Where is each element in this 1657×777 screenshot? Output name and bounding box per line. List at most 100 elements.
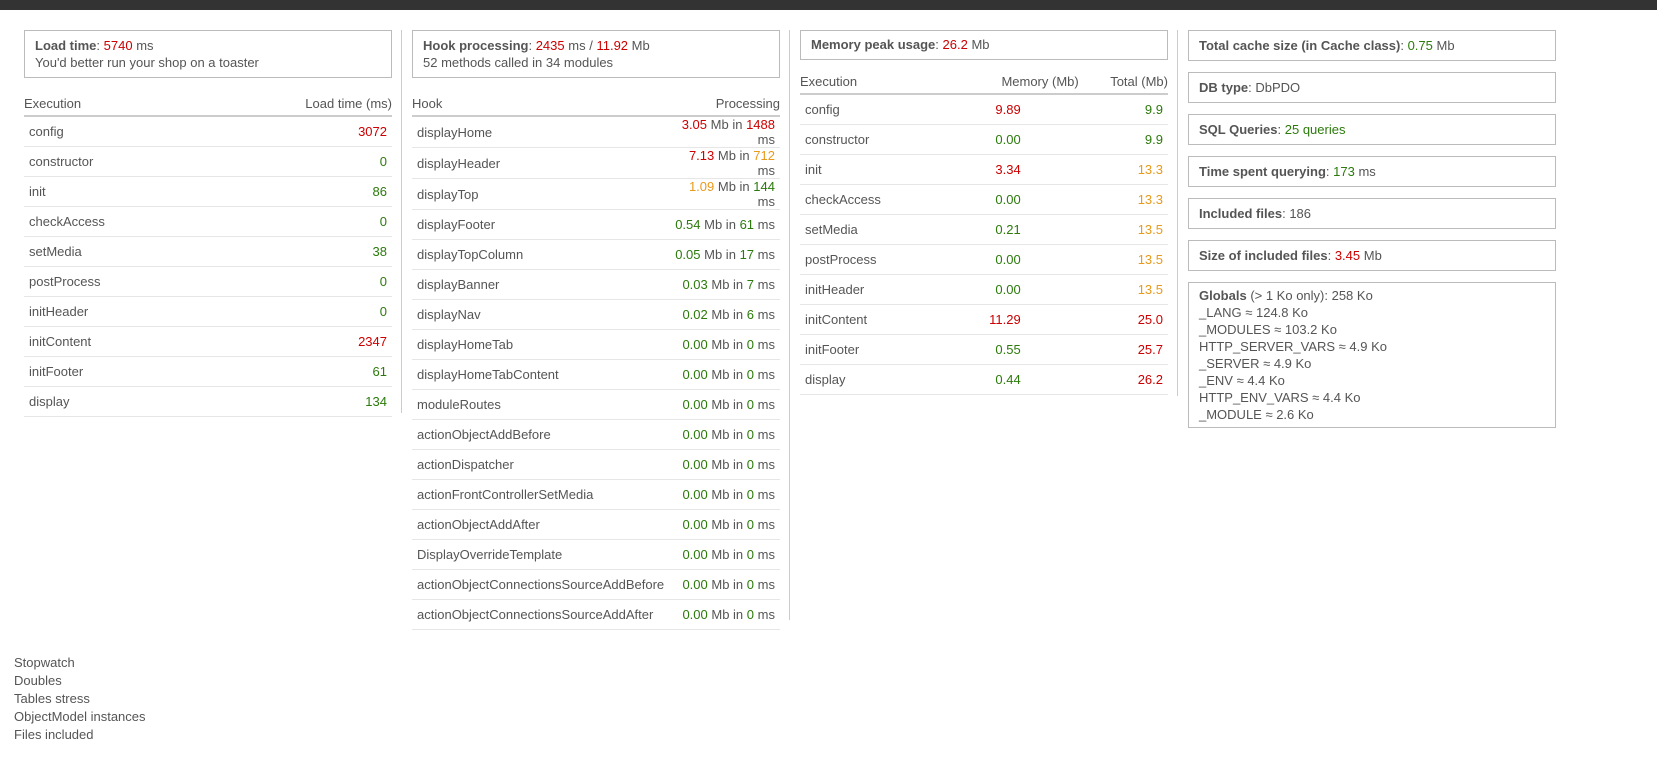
db-type-label: DB type — [1199, 80, 1249, 95]
hook-row: actionObjectAddBefore 0.00 Mb in 0 ms — [412, 419, 780, 450]
memory-row-total: 13.3 — [1078, 154, 1168, 185]
hook-row-ms: 1488 — [746, 117, 775, 132]
hook-col-processing: Processing — [669, 96, 780, 117]
hook-row-name: DisplayOverrideTemplate — [412, 539, 670, 570]
memory-row-mem: 0.55 — [932, 334, 1079, 365]
hook-row-ms: 17 — [739, 247, 755, 262]
hook-row: displayBanner 0.03 Mb in 7 ms — [412, 269, 780, 300]
load-row: checkAccess 0 — [24, 206, 392, 237]
hook-row-mb: 0.00 — [682, 457, 708, 472]
hook-row-ms-word: ms — [757, 607, 775, 622]
hook-row-name: displayTop — [412, 178, 670, 210]
hook-row-processing: 0.00 Mb in 0 ms — [669, 569, 780, 600]
hook-row-name: displayHomeTabContent — [412, 359, 670, 390]
hook-row-ms-word: ms — [757, 517, 775, 532]
memory-row-total: 26.2 — [1078, 364, 1168, 395]
memory-row-name: initContent — [800, 304, 933, 335]
hook-row-name: moduleRoutes — [412, 389, 670, 420]
memory-row-total: 13.5 — [1078, 244, 1168, 275]
debug-link[interactable]: Stopwatch — [14, 654, 146, 672]
hook-row-ms-word: ms — [757, 487, 775, 502]
hook-row-mb-word: Mb in — [711, 367, 744, 382]
hook-row-processing: 7.13 Mb in 712 ms — [669, 147, 780, 179]
cache-size-value: 0.75 — [1407, 38, 1433, 53]
hook-row-ms-word: ms — [757, 163, 775, 178]
hook-row-ms: 0 — [746, 487, 755, 502]
globals-box: Globals (> 1 Ko only): 258 Ko _LANG ≈ 12… — [1188, 282, 1556, 428]
hook-row: DisplayOverrideTemplate 0.00 Mb in 0 ms — [412, 539, 780, 570]
memory-row-total: 25.0 — [1078, 304, 1168, 335]
hook-row: displayHomeTab 0.00 Mb in 0 ms — [412, 329, 780, 360]
hook-row-processing: 3.05 Mb in 1488 ms — [669, 116, 780, 148]
load-row-name: initFooter — [24, 356, 208, 387]
memory-unit: Mb — [971, 37, 990, 52]
hook-row-name: displayFooter — [412, 209, 670, 240]
hook-row: displayTopColumn 0.05 Mb in 17 ms — [412, 239, 780, 270]
sql-queries-label: SQL Queries — [1199, 122, 1278, 137]
debug-link[interactable]: Doubles — [14, 672, 146, 690]
sql-queries-value: 25 queries — [1284, 122, 1346, 137]
hook-row: actionDispatcher 0.00 Mb in 0 ms — [412, 449, 780, 480]
hook-row-mb-word: Mb in — [710, 117, 743, 132]
load-row-name: postProcess — [24, 266, 208, 297]
hook-row-processing: 0.00 Mb in 0 ms — [669, 359, 780, 390]
load-row-value: 38 — [207, 236, 392, 267]
hook-row-name: displayNav — [412, 299, 670, 330]
query-time-value: 173 — [1333, 164, 1355, 179]
hook-row-mb: 7.13 — [688, 148, 715, 163]
debug-link[interactable]: ObjectModel instances — [14, 708, 146, 726]
memory-row-mem: 0.00 — [932, 124, 1079, 155]
memory-row-name: display — [800, 364, 933, 395]
memory-row-mem: 0.00 — [932, 184, 1079, 215]
included-size-box: Size of included files: 3.45 Mb — [1188, 240, 1556, 271]
load-row-name: display — [24, 386, 208, 417]
load-row-name: setMedia — [24, 236, 208, 267]
memory-row: config 9.89 9.9 — [800, 94, 1168, 125]
hook-row-ms-word: ms — [757, 194, 775, 209]
hook-row-ms-word: ms — [757, 397, 775, 412]
load-row-value: 61 — [207, 356, 392, 387]
hook-row-processing: 0.00 Mb in 0 ms — [669, 419, 780, 450]
hook-row-ms-word: ms — [757, 547, 775, 562]
debug-link[interactable]: Files included — [14, 726, 146, 744]
hook-row-mb-word: Mb in — [711, 607, 744, 622]
hook-row-name: displayHomeTab — [412, 329, 670, 360]
hook-row-mb-word: Mb in — [711, 427, 744, 442]
memory-row: initHeader 0.00 13.5 — [800, 274, 1168, 305]
hook-row-ms-word: ms — [757, 457, 775, 472]
cache-size-unit: Mb — [1436, 38, 1455, 53]
hook-row-ms: 144 — [753, 179, 775, 194]
hook-row-ms: 61 — [739, 217, 755, 232]
memory-row: checkAccess 0.00 13.3 — [800, 184, 1168, 215]
query-time-unit: ms — [1358, 164, 1376, 179]
hook-row-mb-word: Mb in — [711, 517, 744, 532]
hook-row-processing: 0.05 Mb in 17 ms — [669, 239, 780, 270]
globals-item: _SERVER ≈ 4.9 Ko — [1199, 356, 1312, 371]
load-row: display 134 — [24, 386, 392, 417]
memory-row: init 3.34 13.3 — [800, 154, 1168, 185]
hook-row-mb: 1.09 — [688, 179, 715, 194]
hook-row: displayFooter 0.54 Mb in 61 ms — [412, 209, 780, 240]
included-size-unit: Mb — [1363, 248, 1382, 263]
memory-panel: Memory peak usage: 26.2 Mb Execution Mem… — [800, 30, 1168, 395]
memory-col-execution: Execution — [800, 74, 933, 95]
globals-item: HTTP_SERVER_VARS ≈ 4.9 Ko — [1199, 339, 1388, 354]
column-divider-3 — [1177, 30, 1178, 396]
hook-processing-note: 52 methods called in 34 modules — [423, 55, 614, 70]
globals-note: (> 1 Ko only): 258 Ko — [1250, 288, 1373, 303]
hook-row-mb: 0.05 — [675, 247, 701, 262]
hook-row-ms-word: ms — [757, 307, 775, 322]
hook-row-mb: 0.00 — [682, 517, 708, 532]
hook-row-ms: 0 — [746, 397, 755, 412]
load-time-value: 5740 — [103, 38, 133, 53]
hook-row-processing: 0.54 Mb in 61 ms — [669, 209, 780, 240]
hook-row-ms-word: ms — [757, 367, 775, 382]
hook-row-processing: 0.02 Mb in 6 ms — [669, 299, 780, 330]
debug-link[interactable]: Tables stress — [14, 690, 146, 708]
hook-row-ms: 0 — [746, 427, 755, 442]
memory-row-mem: 11.29 — [932, 304, 1079, 335]
memory-row-name: checkAccess — [800, 184, 933, 215]
hook-row-name: displayBanner — [412, 269, 670, 300]
globals-item: _LANG ≈ 124.8 Ko — [1199, 305, 1309, 320]
hook-row: actionFrontControllerSetMedia 0.00 Mb in … — [412, 479, 780, 510]
